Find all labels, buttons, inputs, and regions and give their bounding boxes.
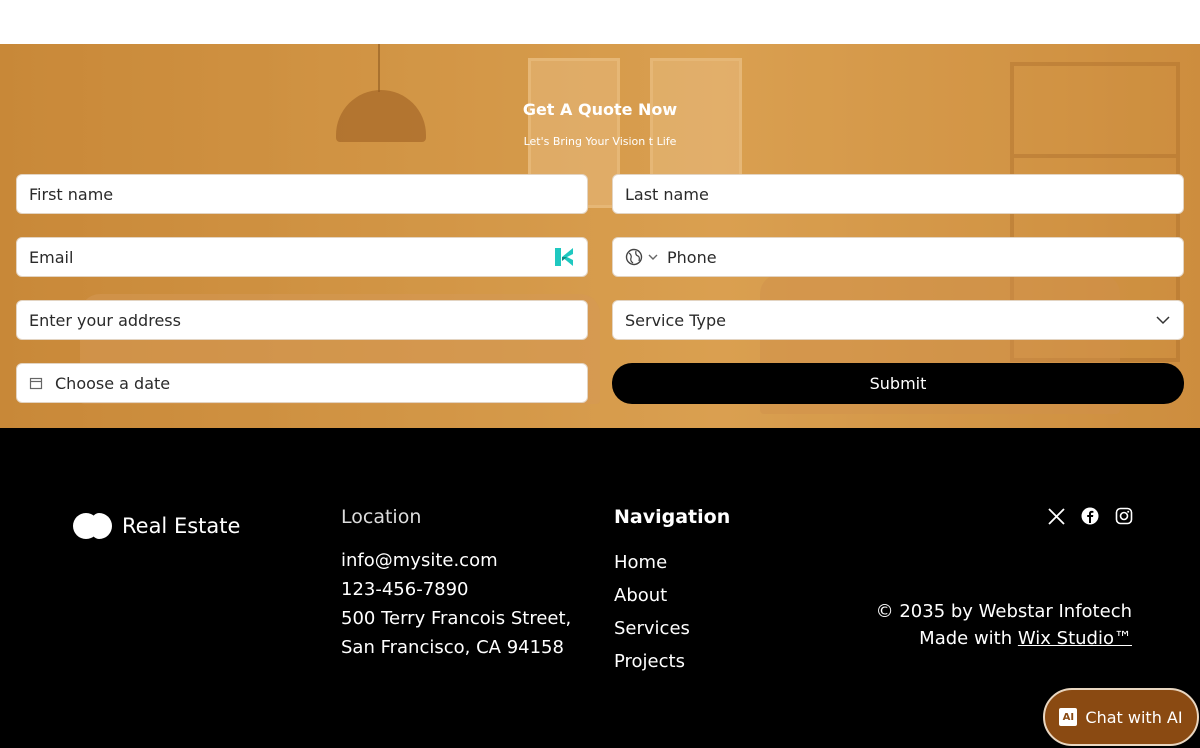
social-links [1046,506,1134,526]
brand-logo[interactable]: Real Estate [72,512,240,540]
address-line-1: 500 Terry Francois Street, [341,608,572,629]
globe-icon [625,248,643,266]
wix-studio-link[interactable]: Wix Studio™ [1018,628,1132,649]
first-name-field[interactable]: First name [16,174,588,214]
made-with-text: Made with [919,628,1013,649]
chat-label: Chat with AI [1085,707,1183,727]
navigation-heading: Navigation [614,506,731,528]
chevron-down-icon [648,254,658,260]
submit-button[interactable]: Submit [612,363,1184,404]
address-field[interactable]: Enter your address [16,300,588,340]
site-footer: Real Estate Location info@mysite.com 123… [0,428,1200,748]
copyright-text: © 2035 by Webstar Infotech [875,601,1132,622]
nav-link-about[interactable]: About [614,579,730,612]
service-type-placeholder: Service Type [625,310,726,330]
country-code-selector[interactable] [625,248,659,266]
last-name-placeholder: Last name [625,184,709,204]
x-icon[interactable] [1046,506,1066,526]
address-placeholder: Enter your address [29,310,181,330]
nav-link-services[interactable]: Services [614,612,730,645]
chat-with-ai-button[interactable]: AI Chat with AI [1043,688,1199,746]
phone-field[interactable]: Phone [612,237,1184,277]
quote-section: Get A Quote Now Let's Bring Your Vision … [0,44,1200,428]
nav-link-projects[interactable]: Projects [614,645,730,678]
last-name-field[interactable]: Last name [612,174,1184,214]
email-placeholder: Email [29,247,74,267]
date-picker-field[interactable]: Choose a date [16,363,588,403]
nav-link-home[interactable]: Home [614,546,730,579]
service-type-select[interactable]: Service Type [612,300,1184,340]
phone-placeholder: Phone [667,247,717,267]
contact-email[interactable]: info@mysite.com [341,546,571,575]
autofill-k-icon[interactable] [553,246,575,268]
contact-phone[interactable]: 123-456-7890 [341,575,571,604]
form-subtitle: Let's Bring Your Vision t Life [523,135,677,148]
instagram-icon[interactable] [1114,506,1134,526]
made-with-line: Made with Wix Studio™ [872,625,1132,652]
location-column: Location info@mysite.com 123-456-7890 50… [341,506,571,662]
location-heading: Location [341,506,422,528]
logo-mark-icon [72,512,112,540]
top-header-bar [0,0,1200,44]
email-field[interactable]: Email [16,237,588,277]
navigation-column: Navigation Home About Services Projects [614,506,730,678]
copyright-block: © 2035 by Webstar Infotech Made with Wix… [872,598,1132,652]
calendar-icon [29,376,43,390]
address-line-2: San Francisco, CA 94158 [341,637,564,658]
facebook-icon[interactable] [1080,506,1100,526]
date-placeholder: Choose a date [55,373,171,393]
brand-name: Real Estate [122,514,241,538]
first-name-placeholder: First name [29,184,114,204]
chevron-down-icon [1156,316,1170,325]
ai-icon: AI [1059,708,1078,726]
form-title: Get A Quote Now [522,100,678,119]
